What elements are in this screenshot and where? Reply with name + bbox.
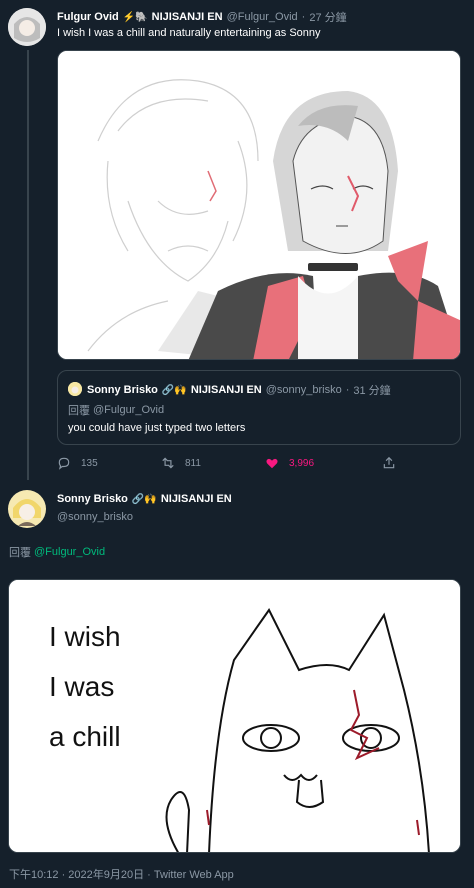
quote-separator: · — [345, 384, 350, 396]
tweet2-reply-line: 回覆 @Fulgur_Ovid — [9, 544, 105, 560]
quote-avatar — [68, 382, 82, 396]
quote-reply-to[interactable]: @Fulgur_Ovid — [93, 404, 164, 416]
quote-name-emoji: 🔗🙌 — [161, 384, 187, 396]
sketch-illustration — [58, 51, 460, 359]
like-action[interactable]: 3,996 — [265, 456, 314, 470]
sonny-avatar[interactable] — [8, 490, 46, 528]
tweet1-image[interactable] — [57, 50, 461, 360]
fulgur-avatar[interactable] — [8, 8, 46, 46]
tweet1-org: NIJISANJI EN — [151, 11, 223, 23]
reply-icon — [58, 457, 70, 470]
tweet1-name-emoji: ⚡🐘 — [122, 11, 148, 23]
quote-reply-line: 回覆 @Fulgur_Ovid — [68, 402, 164, 418]
tweet1-display-name[interactable]: Fulgur Ovid — [57, 11, 119, 23]
retweet-count: 811 — [185, 457, 201, 469]
quote-tweet-card[interactable]: Sonny Brisko 🔗🙌 NIJISANJI EN @sonny_bris… — [57, 370, 461, 445]
tweet2-header: Sonny Brisko 🔗🙌 NIJISANJI EN — [57, 493, 232, 505]
tweet1-header: Fulgur Ovid ⚡🐘 NIJISANJI EN @Fulgur_Ovid… — [57, 9, 347, 25]
tweet2-name-emoji: 🔗🙌 — [131, 493, 157, 505]
tweet2-image[interactable]: I wish I was a chill — [8, 579, 461, 853]
retweet-action[interactable]: 811 — [161, 456, 201, 470]
reply-count: 135 — [81, 457, 98, 469]
quote-time: 31 分鐘 — [353, 385, 391, 397]
tweet1-text: I wish I was a chill and naturally enter… — [57, 27, 321, 39]
tweet2-reply-to[interactable]: @Fulgur_Ovid — [34, 546, 105, 558]
tweet2-handle[interactable]: @sonny_brisko — [57, 511, 133, 523]
quote-display-name: Sonny Brisko — [87, 384, 158, 396]
share-action[interactable] — [382, 456, 396, 470]
tweet1-time[interactable]: 27 分鐘 — [309, 9, 346, 25]
quote-header: Sonny Brisko 🔗🙌 NIJISANJI EN @sonny_bris… — [87, 382, 391, 398]
tweet1-handle[interactable]: @Fulgur_Ovid — [227, 11, 298, 23]
drawing-line-1: I wish — [49, 621, 121, 652]
retweet-icon — [162, 457, 174, 469]
quote-text: you could have just typed two letters — [68, 422, 246, 434]
tweet-timestamp[interactable]: 下午10:12 · 2022年9月20日 · Twitter Web App — [9, 866, 234, 882]
share-icon — [383, 456, 395, 469]
tweet2-display-name[interactable]: Sonny Brisko — [57, 493, 128, 505]
tweet1-separator: · — [301, 11, 306, 23]
thread-line — [27, 50, 29, 480]
drawing-line-2: I was — [49, 671, 114, 702]
quote-reply-prefix: 回覆 — [68, 405, 90, 417]
quote-handle: @sonny_brisko — [265, 384, 342, 396]
reply-action[interactable]: 135 — [57, 456, 98, 470]
cat-drawing: I wish I was a chill — [9, 580, 460, 852]
heart-icon — [266, 458, 278, 469]
tweet2-reply-prefix: 回覆 — [9, 547, 31, 559]
tweet2-org: NIJISANJI EN — [160, 493, 232, 505]
quote-org: NIJISANJI EN — [190, 384, 262, 396]
drawing-line-3: a chill — [49, 721, 121, 752]
like-count: 3,996 — [289, 457, 315, 469]
